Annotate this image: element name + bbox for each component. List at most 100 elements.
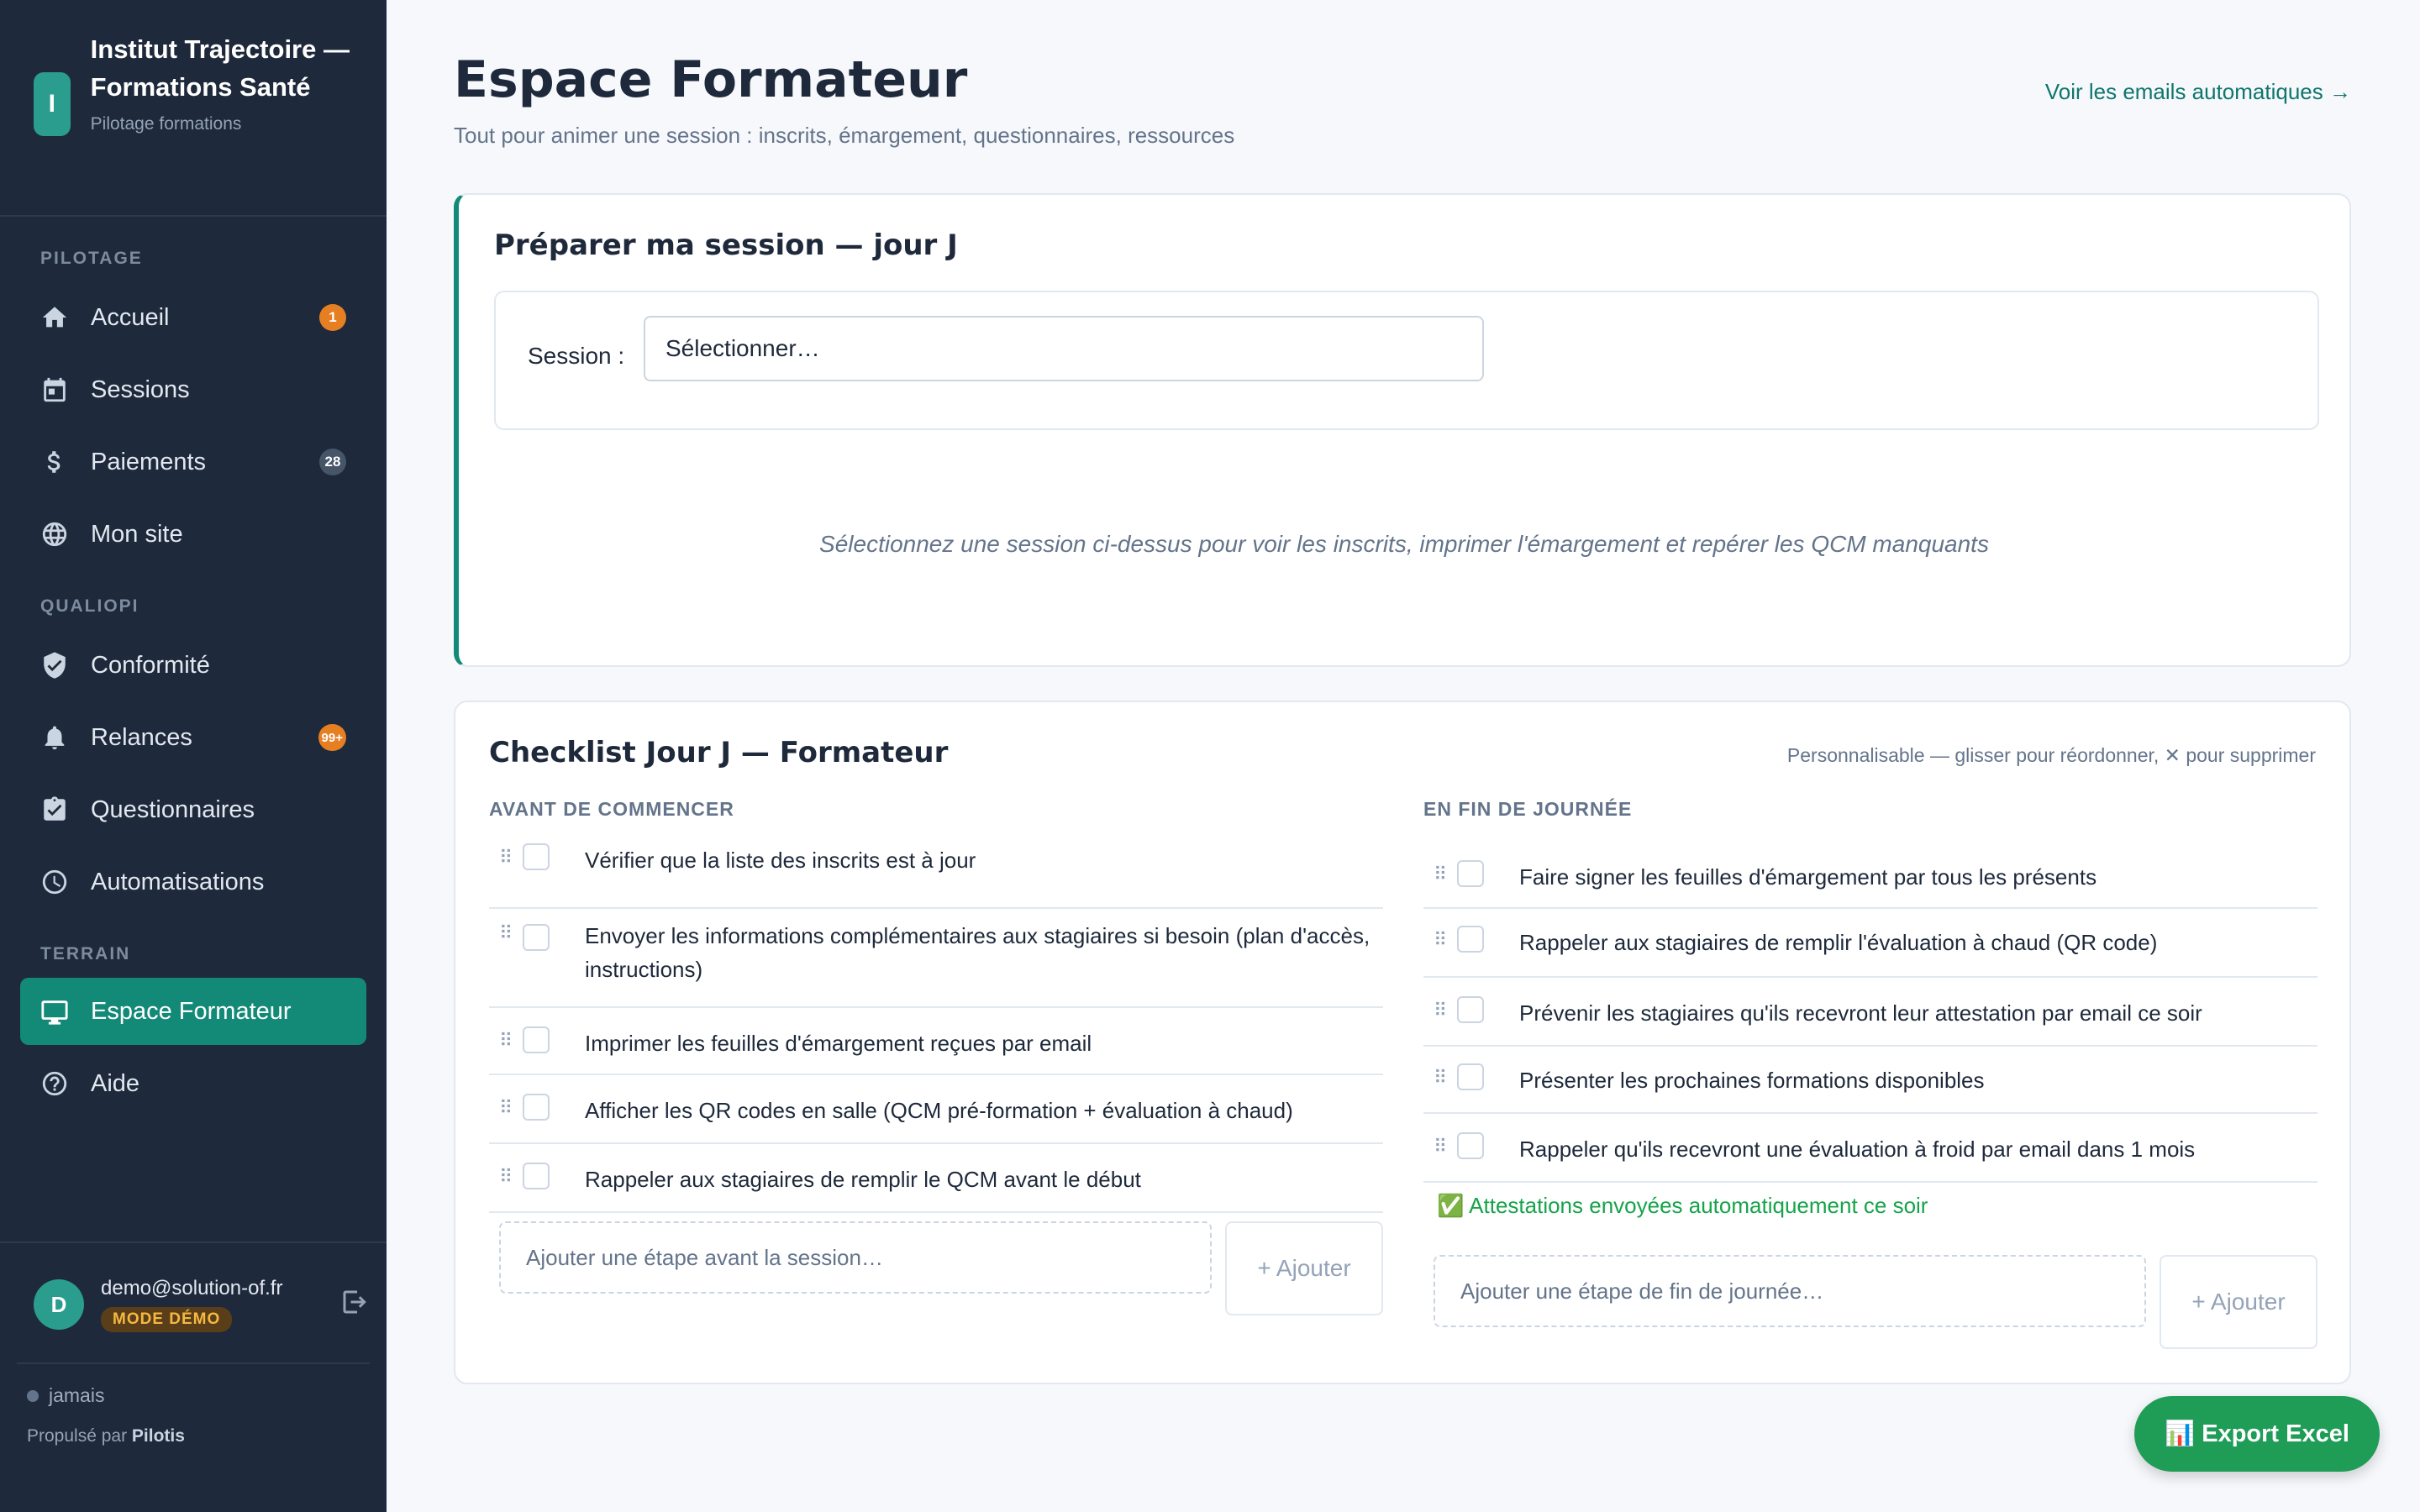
checkbox[interactable] — [1457, 860, 1484, 887]
checklist-item-text: Rappeler qu'ils recevront une évaluation… — [1519, 1137, 2196, 1162]
checklist-item[interactable]: ⠿ Faire signer les feuilles d'émargement… — [1423, 843, 2317, 909]
checkbox[interactable] — [1457, 1063, 1484, 1090]
card-title: Préparer ma session — jour J — [494, 228, 958, 262]
checkbox[interactable] — [1457, 926, 1484, 953]
checklist-item[interactable]: ⠿ Rappeler qu'ils recevront une évaluati… — [1423, 1114, 2317, 1183]
avatar: D — [34, 1279, 84, 1330]
sidebar-item-questionnaires[interactable]: Questionnaires — [20, 776, 366, 843]
sidebar-item-label: Mon site — [91, 520, 183, 548]
sidebar-divider — [17, 1362, 370, 1364]
user-box: D demo@solution-of.fr MODE DÉMO — [34, 1277, 370, 1332]
sidebar-item-automatisations[interactable]: Automatisations — [20, 848, 366, 916]
dollar-icon — [40, 448, 69, 476]
brand-name: Institut Trajectoire — Formations Santé — [90, 34, 350, 102]
sidebar-item-label: Sessions — [91, 375, 190, 403]
drag-handle-icon[interactable]: ⠿ — [489, 1166, 523, 1188]
checklist-item[interactable]: ⠿ Présenter les prochaines formations di… — [1423, 1047, 2317, 1114]
drag-handle-icon[interactable]: ⠿ — [489, 1097, 523, 1119]
sidebar-item-conformite[interactable]: Conformité — [20, 632, 366, 699]
sync-status-text: jamais — [49, 1384, 105, 1406]
notification-badge: 99+ — [318, 724, 346, 751]
notification-badge: 1 — [319, 304, 346, 331]
checkbox[interactable] — [523, 924, 550, 951]
sidebar-divider — [0, 1242, 387, 1243]
checklist-item-text: Présenter les prochaines formations disp… — [1519, 1068, 1985, 1093]
drag-handle-icon[interactable]: ⠿ — [489, 1030, 523, 1052]
checklist-item[interactable]: ⠿ Prévenir les stagiaires qu'ils recevro… — [1423, 978, 2317, 1047]
demo-mode-badge: MODE DÉMO — [101, 1307, 233, 1332]
checkbox[interactable] — [523, 843, 550, 870]
checklist-item-text: Afficher les QR codes en salle (QCM pré-… — [585, 1098, 1293, 1123]
sync-status: jamais — [27, 1384, 104, 1407]
session-select[interactable]: Sélectionner… — [644, 316, 1484, 381]
checklist-item[interactable]: ⠿ Afficher les QR codes en salle (QCM pr… — [489, 1075, 1383, 1144]
checklist-item-text: Rappeler aux stagiaires de remplir l'éva… — [1519, 930, 2158, 955]
checklist-item[interactable]: ⠿ Envoyer les informations complémentair… — [489, 909, 1383, 1008]
card-title: Checklist Jour J — Formateur — [489, 736, 949, 769]
sidebar-item-relances[interactable]: Relances 99+ — [20, 704, 366, 771]
drag-handle-icon[interactable]: ⠿ — [489, 922, 523, 944]
sidebar-item-mon-site[interactable]: Mon site — [20, 501, 366, 568]
sidebar-divider — [0, 215, 387, 217]
session-selector-box: Session : Sélectionner… — [494, 291, 2319, 430]
status-dot — [27, 1389, 39, 1402]
add-step-after-input[interactable]: Ajouter une étape de fin de journée… — [1434, 1255, 2146, 1327]
checklist-card: Checklist Jour J — Formateur Personnalis… — [454, 701, 2351, 1384]
sidebar-item-sessions[interactable]: Sessions — [20, 356, 366, 423]
monitor-icon — [40, 997, 69, 1026]
home-icon — [40, 303, 69, 332]
checklist-item[interactable]: ⠿ Rappeler aux stagiaires de remplir le … — [489, 1144, 1383, 1213]
column-title-before: AVANT DE COMMENCER — [489, 798, 734, 820]
page-subtitle: Tout pour animer une session : inscrits,… — [454, 123, 1235, 148]
sidebar-item-label: Espace Formateur — [91, 997, 292, 1025]
sidebar-item-espace-formateur[interactable]: Espace Formateur — [20, 978, 366, 1045]
checkbox[interactable] — [1457, 996, 1484, 1023]
checklist-item[interactable]: ⠿ Vérifier que la liste des inscrits est… — [489, 843, 1383, 909]
sidebar-item-label: Automatisations — [91, 868, 265, 895]
checklist-item-text: Prévenir les stagiaires qu'ils recevront… — [1519, 1000, 2202, 1026]
sidebar-item-accueil[interactable]: Accueil 1 — [20, 284, 366, 351]
checkbox[interactable] — [523, 1026, 550, 1053]
checklist-item-text: Imprimer les feuilles d'émargement reçue… — [585, 1031, 1092, 1056]
sidebar-item-label: Relances — [91, 723, 192, 751]
powered-by-brand: Pilotis — [131, 1426, 185, 1446]
clipboard-check-icon — [40, 795, 69, 824]
sidebar-item-label: Questionnaires — [91, 795, 255, 823]
sidebar-item-label: Paiements — [91, 448, 207, 475]
empty-state-message: Sélectionnez une session ci-dessus pour … — [819, 531, 1989, 557]
sidebar-item-label: Conformité — [91, 651, 210, 679]
checklist-item-text: Envoyer les informations complémentaires… — [585, 923, 1370, 982]
page-title: Espace Formateur — [454, 50, 968, 109]
session-label: Session : — [528, 343, 625, 369]
sidebar-item-paiements[interactable]: Paiements 28 — [20, 428, 366, 496]
drag-handle-icon[interactable]: ⠿ — [1423, 864, 1457, 885]
automatic-emails-link[interactable]: Voir les emails automatiques → — [2045, 79, 2351, 105]
drag-handle-icon[interactable]: ⠿ — [1423, 1000, 1457, 1021]
column-title-after: EN FIN DE JOURNÉE — [1423, 798, 1633, 820]
clock-icon — [40, 868, 69, 896]
drag-handle-icon[interactable]: ⠿ — [1423, 1136, 1457, 1158]
checklist-item[interactable]: ⠿ Imprimer les feuilles d'émargement reç… — [489, 1008, 1383, 1075]
drag-handle-icon[interactable]: ⠿ — [1423, 1067, 1457, 1089]
sidebar-item-aide[interactable]: Aide — [20, 1050, 366, 1117]
brand-subtitle: Pilotage formations — [90, 114, 242, 134]
checklist-item-text: Rappeler aux stagiaires de remplir le QC… — [585, 1167, 1141, 1192]
drag-handle-icon[interactable]: ⠿ — [489, 847, 523, 869]
drag-handle-icon[interactable]: ⠿ — [1423, 929, 1457, 951]
checkbox[interactable] — [523, 1163, 550, 1189]
sidebar-item-label: Aide — [91, 1069, 140, 1097]
brand: I Institut Trajectoire — Formations Sant… — [34, 30, 370, 136]
add-step-before-button[interactable]: + Ajouter — [1225, 1221, 1383, 1315]
checkbox[interactable] — [523, 1094, 550, 1121]
checkbox[interactable] — [1457, 1132, 1484, 1159]
logout-icon[interactable] — [339, 1287, 370, 1317]
export-excel-button[interactable]: 📊 Export Excel — [2134, 1396, 2380, 1472]
help-circle-icon — [40, 1069, 69, 1098]
add-step-after-button[interactable]: + Ajouter — [2160, 1255, 2317, 1349]
add-step-before-input[interactable]: Ajouter une étape avant la session… — [499, 1221, 1212, 1294]
checklist-item[interactable]: ⠿ Rappeler aux stagiaires de remplir l'é… — [1423, 909, 2317, 978]
globe-icon — [40, 520, 69, 549]
section-title-terrain: TERRAIN — [40, 944, 131, 963]
checklist-hint: Personnalisable — glisser pour réordonne… — [1786, 744, 2316, 766]
user-email: demo@solution-of.fr — [101, 1277, 283, 1299]
